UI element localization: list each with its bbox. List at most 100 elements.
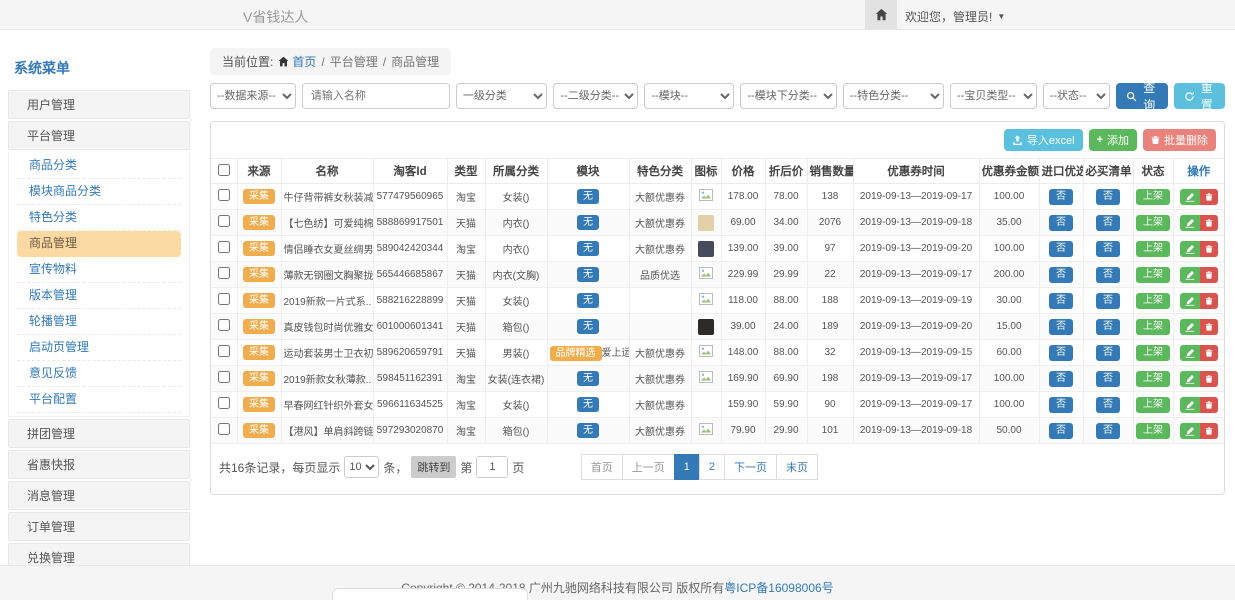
import-choice-toggle[interactable]: 否 xyxy=(1049,215,1073,231)
sidebar-subitem-6[interactable]: 轮播管理 xyxy=(17,309,181,335)
filter-select-1[interactable]: 一级分类 xyxy=(456,83,548,109)
edit-button[interactable] xyxy=(1180,189,1200,205)
row-checkbox[interactable] xyxy=(218,293,230,305)
row-checkbox[interactable] xyxy=(218,397,230,409)
sidebar-subitem-9[interactable]: 平台配置 xyxy=(17,387,181,413)
edit-button[interactable] xyxy=(1180,345,1200,361)
import-excel-button[interactable]: 导入excel xyxy=(1004,129,1083,151)
delete-button[interactable] xyxy=(1200,371,1218,387)
sidebar-subitem-1[interactable]: 模块商品分类 xyxy=(17,179,181,205)
row-checkbox[interactable] xyxy=(218,423,230,435)
page-number-input[interactable] xyxy=(476,456,508,478)
filter-select-4[interactable]: --模块下分类-- xyxy=(740,83,836,109)
delete-button[interactable] xyxy=(1200,319,1218,335)
delete-button[interactable] xyxy=(1200,293,1218,309)
reset-button[interactable]: 重置 xyxy=(1174,83,1225,109)
home-button[interactable] xyxy=(865,0,897,29)
import-choice-toggle[interactable]: 否 xyxy=(1049,267,1073,283)
row-checkbox[interactable] xyxy=(218,319,230,331)
import-choice-toggle[interactable]: 否 xyxy=(1049,189,1073,205)
must-buy-toggle[interactable]: 否 xyxy=(1096,319,1120,335)
filter-select-3[interactable]: --模块-- xyxy=(644,83,734,109)
delete-button[interactable] xyxy=(1200,267,1218,283)
pager-button-3[interactable]: 2 xyxy=(699,454,725,480)
status-button[interactable]: 上架 xyxy=(1136,267,1170,283)
sidebar-group-bottom-3[interactable]: 订单管理 xyxy=(8,512,190,541)
sidebar-group-1[interactable]: 平台管理 xyxy=(8,121,190,150)
delete-button[interactable] xyxy=(1200,345,1218,361)
user-menu[interactable]: 欢迎您，管理员! ▼ xyxy=(905,8,1005,25)
sidebar-subitem-0[interactable]: 商品分类 xyxy=(17,153,181,179)
row-checkbox[interactable] xyxy=(218,215,230,227)
delete-button[interactable] xyxy=(1200,397,1218,413)
sidebar-group-bottom-0[interactable]: 拼团管理 xyxy=(8,419,190,448)
select-all-checkbox[interactable] xyxy=(218,164,230,176)
must-buy-toggle[interactable]: 否 xyxy=(1096,189,1120,205)
import-choice-toggle[interactable]: 否 xyxy=(1049,397,1073,413)
import-choice-toggle[interactable]: 否 xyxy=(1049,371,1073,387)
must-buy-toggle[interactable]: 否 xyxy=(1096,215,1120,231)
pager-button-5[interactable]: 末页 xyxy=(776,454,818,480)
name-search-input[interactable] xyxy=(302,83,450,109)
sidebar-subitem-8[interactable]: 意见反馈 xyxy=(17,361,181,387)
status-button[interactable]: 上架 xyxy=(1136,319,1170,335)
add-button[interactable]: + 添加 xyxy=(1089,129,1137,151)
edit-button[interactable] xyxy=(1180,267,1200,283)
status-button[interactable]: 上架 xyxy=(1136,345,1170,361)
per-page-select[interactable]: 10 xyxy=(344,456,379,478)
status-button[interactable]: 上架 xyxy=(1136,293,1170,309)
batch-delete-button[interactable]: 批量删除 xyxy=(1143,129,1216,151)
must-buy-toggle[interactable]: 否 xyxy=(1096,371,1120,387)
edit-button[interactable] xyxy=(1180,371,1200,387)
import-choice-toggle[interactable]: 否 xyxy=(1049,319,1073,335)
row-checkbox[interactable] xyxy=(218,371,230,383)
delete-button[interactable] xyxy=(1200,215,1218,231)
edit-button[interactable] xyxy=(1180,241,1200,257)
sidebar-group-bottom-1[interactable]: 省惠快报 xyxy=(8,450,190,479)
filter-select-5[interactable]: --特色分类-- xyxy=(843,83,944,109)
row-checkbox[interactable] xyxy=(218,189,230,201)
edit-button[interactable] xyxy=(1180,215,1200,231)
filter-select-2[interactable]: --二级分类-- xyxy=(553,83,638,109)
filter-select-6[interactable]: --宝贝类型-- xyxy=(950,83,1037,109)
must-buy-toggle[interactable]: 否 xyxy=(1096,293,1120,309)
sidebar-subitem-2[interactable]: 特色分类 xyxy=(17,205,181,231)
delete-button[interactable] xyxy=(1200,423,1218,439)
search-button[interactable]: 查询 xyxy=(1116,83,1167,109)
sidebar-group-0[interactable]: 用户管理 xyxy=(8,90,190,119)
status-button[interactable]: 上架 xyxy=(1136,371,1170,387)
must-buy-toggle[interactable]: 否 xyxy=(1096,345,1120,361)
jump-button[interactable]: 跳转到 xyxy=(411,456,456,478)
sidebar-subitem-7[interactable]: 启动页管理 xyxy=(17,335,181,361)
import-choice-toggle[interactable]: 否 xyxy=(1049,345,1073,361)
filter-select-0[interactable]: --数据来源-- xyxy=(210,83,296,109)
row-checkbox[interactable] xyxy=(218,241,230,253)
status-button[interactable]: 上架 xyxy=(1136,215,1170,231)
delete-button[interactable] xyxy=(1200,241,1218,257)
pager-button-4[interactable]: 下一页 xyxy=(724,454,777,480)
must-buy-toggle[interactable]: 否 xyxy=(1096,423,1120,439)
status-button[interactable]: 上架 xyxy=(1136,189,1170,205)
icp-link[interactable]: 粤ICP备16098006号 xyxy=(724,581,833,595)
sidebar-subitem-4[interactable]: 宣传物料 xyxy=(17,257,181,283)
must-buy-toggle[interactable]: 否 xyxy=(1096,397,1120,413)
breadcrumb-home-link[interactable]: 首页 xyxy=(278,53,316,70)
import-choice-toggle[interactable]: 否 xyxy=(1049,241,1073,257)
pager-button-1[interactable]: 上一页 xyxy=(622,454,675,480)
pager-button-2[interactable]: 1 xyxy=(674,454,700,480)
delete-button[interactable] xyxy=(1200,189,1218,205)
status-button[interactable]: 上架 xyxy=(1136,423,1170,439)
pager-button-0[interactable]: 首页 xyxy=(581,454,623,480)
must-buy-toggle[interactable]: 否 xyxy=(1096,267,1120,283)
sidebar-subitem-3[interactable]: 商品管理 xyxy=(17,231,181,257)
row-checkbox[interactable] xyxy=(218,267,230,279)
status-button[interactable]: 上架 xyxy=(1136,241,1170,257)
edit-button[interactable] xyxy=(1180,423,1200,439)
must-buy-toggle[interactable]: 否 xyxy=(1096,241,1120,257)
import-choice-toggle[interactable]: 否 xyxy=(1049,423,1073,439)
filter-select-7[interactable]: --状态-- xyxy=(1043,83,1110,109)
edit-button[interactable] xyxy=(1180,397,1200,413)
import-choice-toggle[interactable]: 否 xyxy=(1049,293,1073,309)
row-checkbox[interactable] xyxy=(218,345,230,357)
edit-button[interactable] xyxy=(1180,319,1200,335)
